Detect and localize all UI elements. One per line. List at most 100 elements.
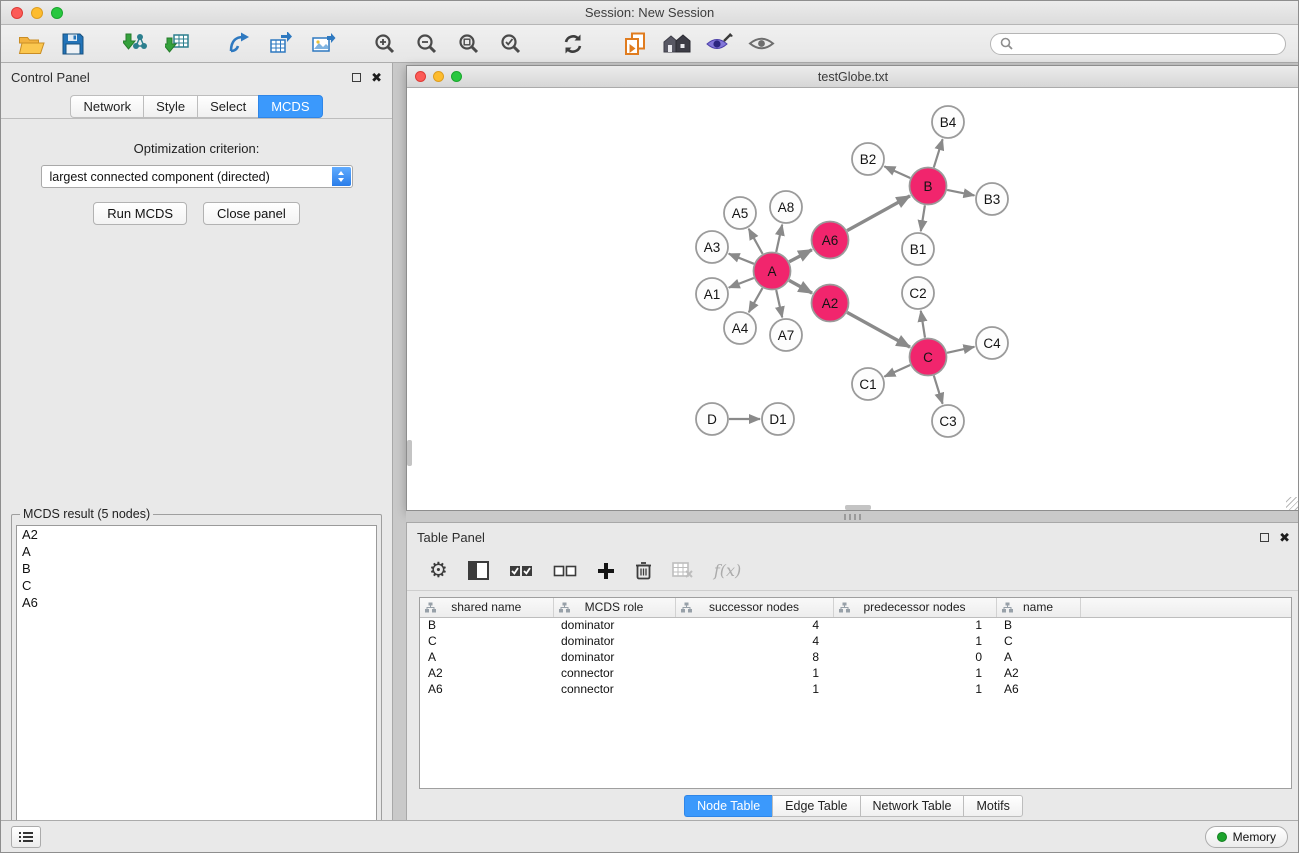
zoom-out-icon[interactable] <box>409 29 445 59</box>
graph-node-A[interactable]: A <box>754 253 791 290</box>
column-header-name[interactable]: name <box>996 598 1080 617</box>
graph-edge-A-A7[interactable] <box>776 290 782 317</box>
graph-node-A6[interactable]: A6 <box>812 222 849 259</box>
refresh-view-icon[interactable] <box>555 29 591 59</box>
open-session-icon[interactable] <box>13 29 49 59</box>
mcds-result-item[interactable]: B <box>17 560 376 577</box>
eye-edit-icon[interactable] <box>701 29 737 59</box>
graph-edge-C-C1[interactable] <box>884 365 910 377</box>
column-header-predecessor-nodes[interactable]: predecessor nodes <box>833 598 996 617</box>
graph-node-A1[interactable]: A1 <box>696 278 728 310</box>
graph-edge-C-C3[interactable] <box>934 376 943 404</box>
tab-edge-table[interactable]: Edge Table <box>772 795 859 817</box>
graph-node-A4[interactable]: A4 <box>724 312 756 344</box>
tab-node-table[interactable]: Node Table <box>684 795 772 817</box>
graph-node-A3[interactable]: A3 <box>696 231 728 263</box>
network-canvas-svg[interactable]: B4 B2 B B3 A5 A8 A6 B1 A3 A C2 A1 A2 A4 A7 C4 C C1 C3 D D1 <box>407 88 1299 510</box>
delete-row-trash-icon[interactable] <box>635 556 652 586</box>
network-zoom-button[interactable] <box>451 71 462 82</box>
graph-edge-A-A2[interactable] <box>789 280 812 293</box>
zoom-fit-icon[interactable] <box>451 29 487 59</box>
pages-icon[interactable] <box>617 29 653 59</box>
graph-edge-A-A4[interactable] <box>749 288 763 312</box>
graph-node-B[interactable]: B <box>910 168 947 205</box>
graph-node-C[interactable]: C <box>910 339 947 376</box>
home-icon[interactable] <box>659 29 695 59</box>
panel-splitter[interactable] <box>406 511 1299 522</box>
mcds-result-item[interactable]: A <box>17 543 376 560</box>
graph-node-C1[interactable]: C1 <box>852 368 884 400</box>
resize-grip[interactable] <box>1286 497 1299 510</box>
graph-edge-A2-C[interactable] <box>847 312 910 347</box>
graph-edge-A-A3[interactable] <box>729 254 754 264</box>
close-window-button[interactable] <box>11 7 23 19</box>
table-row[interactable]: Bdominator41B <box>420 617 1291 633</box>
show-column-icon[interactable] <box>468 556 489 586</box>
tab-network[interactable]: Network <box>70 95 143 118</box>
close-panel-icon[interactable]: ✖ <box>371 71 382 84</box>
zoom-in-icon[interactable] <box>367 29 403 59</box>
mcds-result-item[interactable]: C <box>17 577 376 594</box>
export-table-icon[interactable] <box>263 29 299 59</box>
select-all-icon[interactable] <box>509 556 533 586</box>
add-row-icon[interactable] <box>597 556 615 586</box>
export-network-icon[interactable] <box>221 29 257 59</box>
column-header-successor-nodes[interactable]: successor nodes <box>675 598 833 617</box>
float-table-panel-icon[interactable] <box>1260 533 1269 542</box>
graph-node-A2[interactable]: A2 <box>812 285 849 322</box>
tab-select[interactable]: Select <box>197 95 258 118</box>
table-row[interactable]: Cdominator41C <box>420 633 1291 649</box>
zoom-window-button[interactable] <box>51 7 63 19</box>
graph-node-A5[interactable]: A5 <box>724 197 756 229</box>
import-table-icon[interactable] <box>159 29 195 59</box>
graph-edge-A6-B[interactable] <box>847 196 910 231</box>
graph-node-B2[interactable]: B2 <box>852 143 884 175</box>
column-header-mcds-role[interactable]: MCDS role <box>553 598 675 617</box>
graph-edge-A-A6[interactable] <box>789 250 812 262</box>
tab-motifs[interactable]: Motifs <box>963 795 1022 817</box>
graph-node-A8[interactable]: A8 <box>770 191 802 223</box>
table-row[interactable]: A2connector11A2 <box>420 665 1291 681</box>
graph-edge-A-A5[interactable] <box>749 229 763 254</box>
column-header-shared-name[interactable]: shared name <box>420 598 553 617</box>
run-mcds-button[interactable]: Run MCDS <box>93 202 187 225</box>
vertical-scrollbar[interactable] <box>407 440 412 466</box>
memory-button[interactable]: Memory <box>1205 826 1288 848</box>
graph-node-D[interactable]: D <box>696 403 728 435</box>
graph-edge-B-B1[interactable] <box>921 205 925 231</box>
graph-edge-B-B4[interactable] <box>934 139 943 167</box>
tab-network-table[interactable]: Network Table <box>860 795 964 817</box>
graph-node-B4[interactable]: B4 <box>932 106 964 138</box>
table-settings-gear-icon[interactable]: ⚙ <box>429 556 448 586</box>
mcds-result-item[interactable]: A2 <box>17 526 376 543</box>
graph-node-C2[interactable]: C2 <box>902 277 934 309</box>
graph-edge-A-A8[interactable] <box>776 225 782 252</box>
graph-edge-C-C2[interactable] <box>921 311 925 338</box>
tab-style[interactable]: Style <box>143 95 197 118</box>
export-image-icon[interactable] <box>305 29 341 59</box>
graph-edge-B-B3[interactable] <box>947 190 974 196</box>
search-input[interactable] <box>1019 37 1276 51</box>
graph-edge-A-A1[interactable] <box>729 278 754 288</box>
zoom-selected-icon[interactable] <box>493 29 529 59</box>
delete-table-icon[interactable] <box>672 556 694 586</box>
tab-mcds[interactable]: MCDS <box>258 95 322 118</box>
close-table-panel-icon[interactable]: ✖ <box>1279 531 1290 544</box>
graph-node-A7[interactable]: A7 <box>770 319 802 351</box>
table-row[interactable]: A6connector11A6 <box>420 681 1291 697</box>
graph-edge-B-B2[interactable] <box>884 166 910 178</box>
graph-node-C3[interactable]: C3 <box>932 405 964 437</box>
graph-node-B1[interactable]: B1 <box>902 233 934 265</box>
eye-icon[interactable] <box>743 29 779 59</box>
status-menu-button[interactable] <box>11 826 41 848</box>
graph-edge-C-C4[interactable] <box>947 347 974 353</box>
graph-node-C4[interactable]: C4 <box>976 327 1008 359</box>
network-close-button[interactable] <box>415 71 426 82</box>
optimization-criterion-select[interactable]: largest connected component (directed) <box>41 165 353 188</box>
import-network-icon[interactable] <box>117 29 153 59</box>
graph-node-B3[interactable]: B3 <box>976 183 1008 215</box>
mcds-result-item[interactable]: A6 <box>17 594 376 611</box>
horizontal-scrollbar[interactable] <box>845 505 871 510</box>
graph-node-D1[interactable]: D1 <box>762 403 794 435</box>
unselect-all-icon[interactable] <box>553 556 577 586</box>
